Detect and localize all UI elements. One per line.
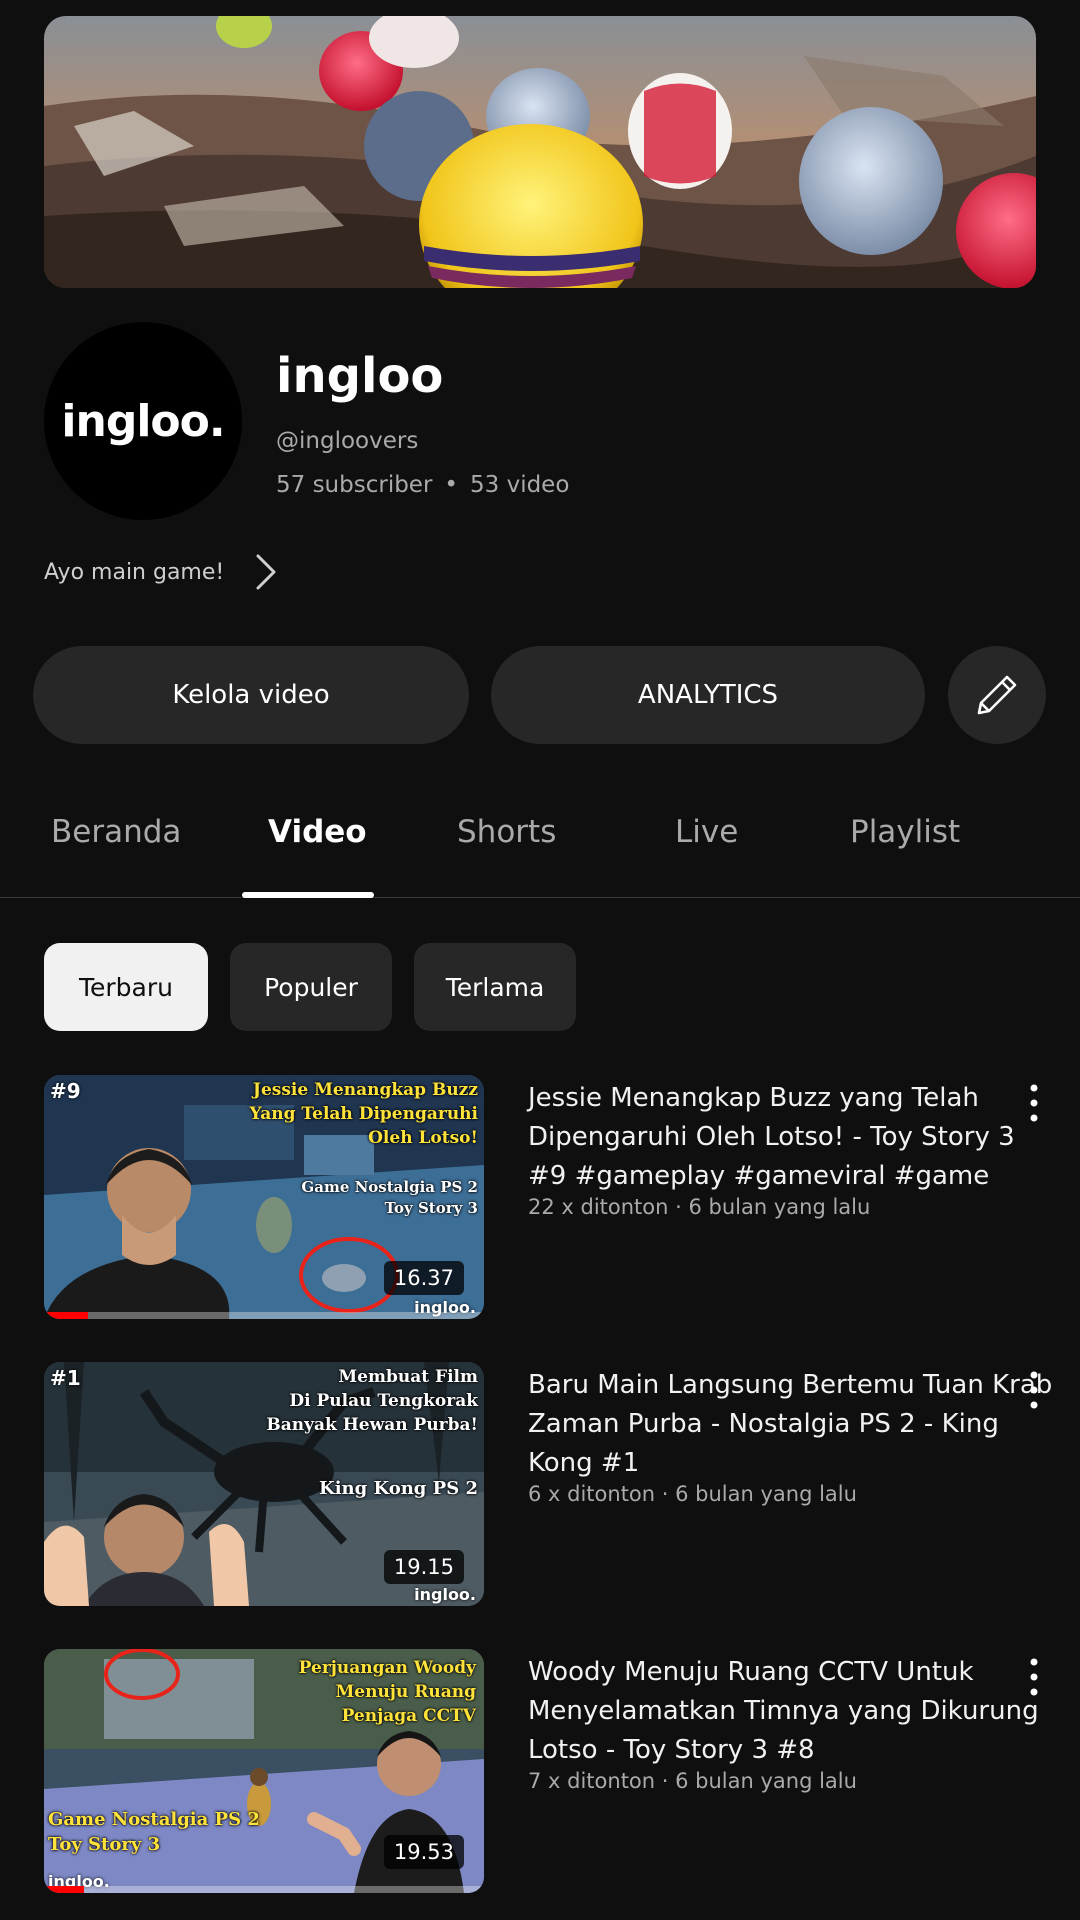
video-duration: 16.37 [383, 1261, 464, 1295]
episode-number: #9 [50, 1079, 81, 1103]
avatar-text: ingloo. [61, 395, 225, 447]
video-duration: 19.53 [383, 1835, 464, 1869]
watch-progress-bar [44, 1312, 484, 1319]
thumbnail-brand: ingloo. [414, 1585, 476, 1604]
pencil-icon [977, 675, 1017, 715]
thumbnail-caption: Perjuangan Woody Menuju Ruang Penjaga CC… [298, 1658, 476, 1726]
chip-populer[interactable]: Populer [230, 943, 392, 1031]
channel-name: ingloo [276, 348, 444, 404]
watch-progress-bar [44, 1886, 484, 1893]
channel-banner [44, 16, 1036, 288]
chip-terlama[interactable]: Terlama [414, 943, 576, 1031]
watch-progress-fill [44, 1886, 84, 1893]
channel-tabs: Beranda Video Shorts Live Playlist [0, 776, 1080, 898]
tab-beranda[interactable]: Beranda [51, 814, 181, 850]
video-meta: 7 x ditonton · 6 bulan yang lalu [528, 1769, 857, 1793]
video-title[interactable]: Baru Main Langsung Bertemu Tuan Krab Zam… [528, 1366, 1058, 1483]
video-item[interactable]: Perjuangan Woody Menuju Ruang Penjaga CC… [44, 1649, 1044, 1893]
tab-playlist[interactable]: Playlist [850, 814, 960, 850]
more-options-icon[interactable] [1024, 1370, 1044, 1410]
tabs-scroll-fade [1040, 806, 1080, 866]
thumbnail-game-label: Game Nostalgia PS 2 Toy Story 3 [301, 1178, 478, 1217]
episode-number: #1 [50, 1366, 81, 1390]
video-title[interactable]: Jessie Menangkap Buzz yang Telah Dipenga… [528, 1079, 1058, 1196]
channel-description[interactable]: Ayo main game! [44, 552, 278, 592]
video-item[interactable]: #1 Membuat Film Di Pulau Tengkorak Banya… [44, 1362, 1052, 1606]
video-meta: 22 x ditonton · 6 bulan yang lalu [528, 1195, 871, 1219]
chip-terbaru[interactable]: Terbaru [44, 943, 208, 1031]
video-count: 53 video [470, 472, 570, 498]
more-options-icon[interactable] [1024, 1657, 1044, 1697]
video-meta: 6 x ditonton · 6 bulan yang lalu [528, 1482, 857, 1506]
tab-video[interactable]: Video [268, 814, 367, 850]
description-text: Ayo main game! [44, 559, 225, 585]
watch-progress-fill [44, 1312, 88, 1319]
video-thumbnail[interactable]: #1 Membuat Film Di Pulau Tengkorak Banya… [44, 1362, 484, 1606]
video-duration: 19.15 [383, 1550, 464, 1584]
thumbnail-game-label: King Kong PS 2 [319, 1478, 478, 1499]
thumbnail-caption: Jessie Menangkap Buzz Yang Telah Dipenga… [249, 1080, 478, 1148]
thumbnail-caption: Membuat Film Di Pulau Tengkorak Banyak H… [266, 1367, 478, 1435]
separator-dot: • [444, 472, 458, 498]
video-thumbnail[interactable]: Perjuangan Woody Menuju Ruang Penjaga CC… [44, 1649, 484, 1893]
thumbnail-game-label: Game Nostalgia PS 2 Toy Story 3 [48, 1809, 260, 1856]
more-options-icon[interactable] [1024, 1083, 1044, 1123]
tab-shorts[interactable]: Shorts [457, 814, 556, 850]
channel-handle: @ingloovers [276, 428, 419, 454]
active-tab-indicator [242, 892, 374, 898]
manage-videos-button[interactable]: Kelola video [33, 646, 469, 744]
edit-channel-button[interactable] [948, 646, 1046, 744]
video-title[interactable]: Woody Menuju Ruang CCTV Untuk Menyelamat… [528, 1653, 1058, 1770]
channel-page: ingloo. ingloo @ingloovers 57 subscriber… [0, 0, 1080, 1920]
subscriber-count: 57 subscriber [276, 472, 433, 498]
channel-stats: 57 subscriber • 53 video [276, 472, 569, 498]
video-item[interactable]: #9 Jessie Menangkap Buzz Yang Telah Dipe… [44, 1075, 1044, 1319]
channel-avatar[interactable]: ingloo. [44, 322, 242, 520]
tab-live[interactable]: Live [675, 814, 738, 850]
analytics-button[interactable]: ANALYTICS [491, 646, 925, 744]
chevron-right-icon [256, 554, 276, 590]
video-thumbnail[interactable]: #9 Jessie Menangkap Buzz Yang Telah Dipe… [44, 1075, 484, 1319]
